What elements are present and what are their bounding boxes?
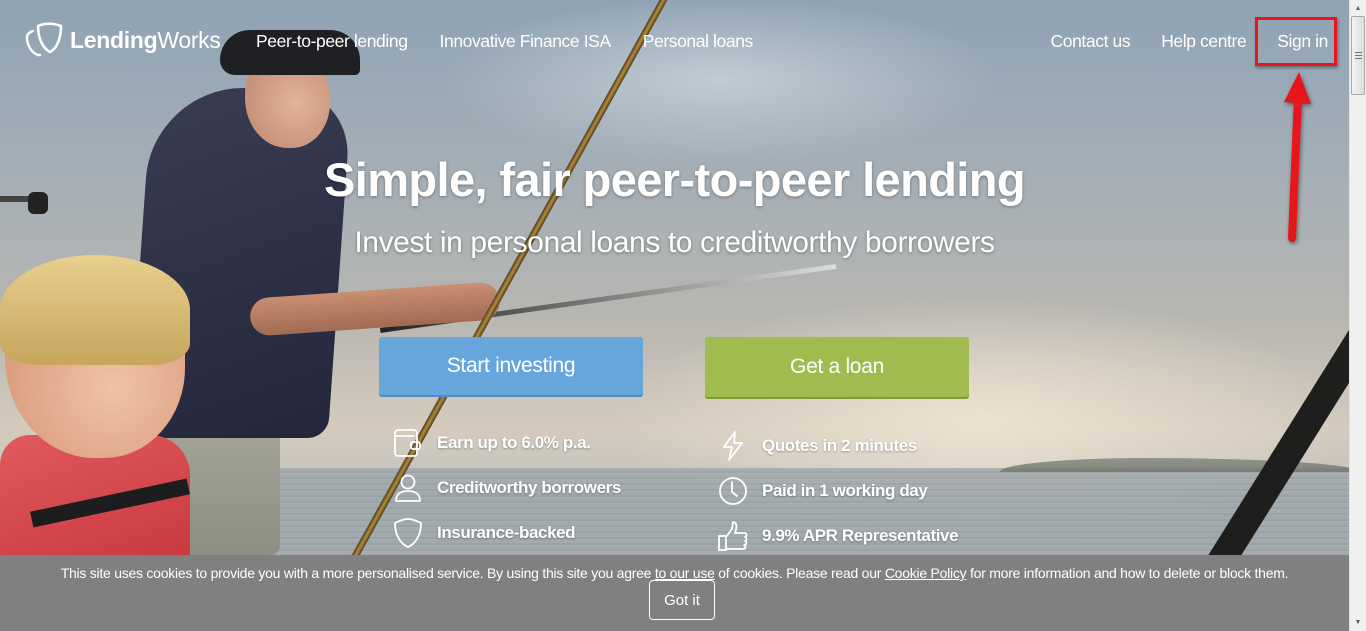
feature-label: Paid in 1 working day bbox=[762, 481, 928, 500]
feature-label: 9.9% APR Representative bbox=[762, 526, 959, 545]
feature-quotes-speed: Quotes in 2 minutes bbox=[718, 430, 917, 462]
feature-creditworthy-borrowers: Creditworthy borrowers bbox=[393, 472, 621, 504]
hero-subtitle: Invest in personal loans to creditworthy… bbox=[354, 226, 995, 259]
nav-contact-us[interactable]: Contact us bbox=[1051, 31, 1131, 52]
nav-innovative-finance-isa[interactable]: Innovative Finance ISA bbox=[440, 31, 612, 52]
annotation-highlight-box bbox=[1255, 17, 1337, 66]
page-viewport: LendingWorks Peer-to-peer lending Innova… bbox=[0, 0, 1349, 631]
cookie-message: This site uses cookies to provide you wi… bbox=[0, 565, 1349, 581]
vertical-scrollbar[interactable]: ▲ ▼ bbox=[1349, 0, 1366, 631]
site-header: LendingWorks Peer-to-peer lending Innova… bbox=[0, 0, 1349, 84]
our-use-link[interactable]: to our use bbox=[655, 565, 715, 581]
feature-apr: 9.9% APR Representative bbox=[718, 520, 959, 552]
start-investing-button[interactable]: Start investing bbox=[379, 337, 643, 395]
cookie-text-part: This site uses cookies to provide you wi… bbox=[60, 565, 655, 581]
scroll-thumb[interactable] bbox=[1351, 16, 1365, 95]
nav-help-centre[interactable]: Help centre bbox=[1161, 31, 1246, 52]
feature-label: Creditworthy borrowers bbox=[437, 478, 621, 497]
logo-shield-icon bbox=[25, 22, 63, 57]
shield-icon bbox=[394, 518, 422, 548]
logo-text-bold: Lending bbox=[70, 26, 158, 53]
cookie-policy-link[interactable]: Cookie Policy bbox=[885, 565, 967, 581]
feature-label: Earn up to 6.0% p.a. bbox=[437, 433, 591, 452]
lightning-icon bbox=[723, 431, 743, 461]
hero-title: Simple, fair peer-to-peer lending bbox=[324, 153, 1026, 206]
scroll-up-arrow-icon[interactable]: ▲ bbox=[1350, 0, 1366, 17]
logo-text-light: Works bbox=[157, 26, 221, 53]
feature-label: Insurance-backed bbox=[437, 523, 576, 542]
thumbs-up-icon bbox=[718, 521, 748, 551]
get-a-loan-button[interactable]: Get a loan bbox=[705, 337, 969, 397]
feature-earn-rate: Earn up to 6.0% p.a. bbox=[393, 427, 591, 459]
primary-nav: Peer-to-peer lending Innovative Finance … bbox=[256, 31, 753, 52]
got-it-button[interactable]: Got it bbox=[649, 580, 715, 620]
feature-insurance-backed: Insurance-backed bbox=[393, 517, 576, 549]
person-icon bbox=[395, 474, 421, 502]
nav-peer-to-peer-lending[interactable]: Peer-to-peer lending bbox=[256, 31, 408, 52]
feature-paid-speed: Paid in 1 working day bbox=[718, 475, 928, 507]
cookie-text-part: for more information and how to delete o… bbox=[966, 565, 1289, 581]
scroll-down-arrow-icon[interactable]: ▼ bbox=[1350, 614, 1366, 631]
photo-boy-hair bbox=[0, 255, 190, 365]
wallet-icon bbox=[394, 429, 421, 457]
logo-wordmark: LendingWorks bbox=[70, 27, 221, 54]
feature-label: Quotes in 2 minutes bbox=[762, 436, 917, 455]
nav-personal-loans[interactable]: Personal loans bbox=[643, 31, 754, 52]
cookie-banner: This site uses cookies to provide you wi… bbox=[0, 555, 1349, 631]
clock-icon bbox=[719, 477, 747, 505]
scroll-grip-icon bbox=[1355, 52, 1362, 61]
cookie-text-part: of cookies. Please read our bbox=[714, 565, 885, 581]
logo-link[interactable]: LendingWorks bbox=[24, 22, 221, 58]
